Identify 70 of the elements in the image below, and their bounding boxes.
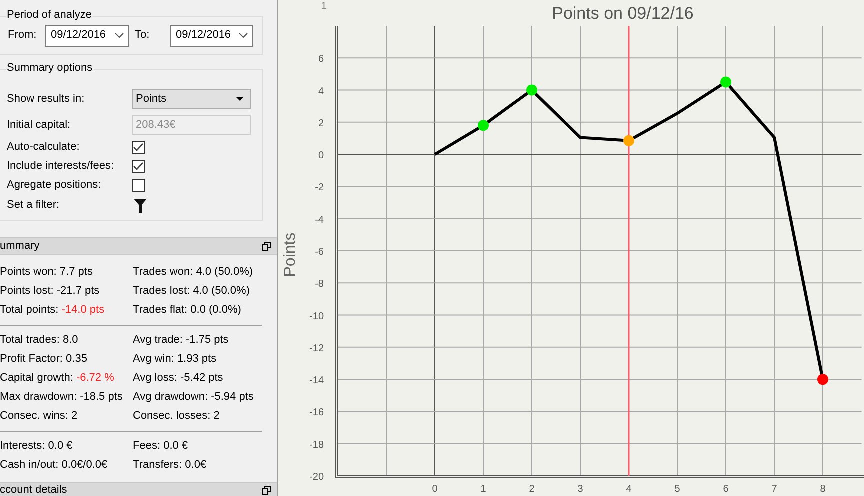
- y-tick-label: 2: [318, 118, 324, 130]
- stat-text: Total trades: 8.0: [0, 333, 80, 348]
- stat-text: Trades won: 4.0 (50.0%): [133, 265, 254, 280]
- from-date-field[interactable]: 09/12/2016: [45, 24, 129, 46]
- checkbox[interactable]: [132, 160, 145, 173]
- y-tick-label: 1: [321, 1, 327, 12]
- stat-text: Trades flat: 0.0 (0.0%): [133, 303, 242, 318]
- to-date-field[interactable]: 09/12/2016: [170, 24, 253, 46]
- restore-window-icon[interactable]: [262, 242, 271, 250]
- x-tick-label: 0: [432, 484, 438, 495]
- dropdown-arrow-icon: [236, 97, 244, 101]
- y-tick-label: -20: [310, 472, 324, 483]
- option-label: Auto-calculate:: [7, 140, 81, 156]
- stat-text: Consec. losses: 2: [133, 409, 220, 424]
- group-title: Period of analyze: [6, 7, 93, 23]
- stat-text: Max drawdown: -18.5 pts: [0, 390, 124, 406]
- checkbox[interactable]: [132, 179, 145, 192]
- option-label: Set a filter:: [7, 198, 61, 214]
- option-label: Include interests/fees:: [7, 159, 116, 174]
- stat-text: Interests: 0.0 €: [0, 439, 74, 454]
- stat-text: Avg drawdown: -5.94 pts: [133, 390, 254, 406]
- y-tick-label: -2: [315, 182, 324, 194]
- x-tick-label: 6: [723, 484, 729, 495]
- y-tick-label: -4: [315, 214, 324, 226]
- option-label: Initial capital:: [7, 118, 72, 133]
- x-tick-label: 4: [626, 484, 632, 495]
- y-tick-label: -14: [310, 376, 324, 387]
- y-tick-label: 4: [318, 86, 324, 98]
- stat-text: Points won: 7.7 pts: [0, 265, 94, 280]
- stat-text: Cash in/out: 0.0€/0.0€: [0, 458, 109, 474]
- panel-title: ummary: [0, 238, 40, 254]
- panel-title: ccount details: [0, 483, 68, 496]
- to-label: To:: [135, 28, 151, 44]
- x-tick-label: 1: [480, 484, 486, 495]
- group-title: Summary options: [6, 60, 94, 76]
- filter-icon[interactable]: [134, 198, 147, 212]
- y-tick-label: -8: [315, 279, 324, 290]
- restore-window-icon[interactable]: [262, 486, 271, 495]
- stat-text: Avg win: 1.93 pts: [133, 352, 217, 368]
- x-tick-label: 7: [772, 484, 778, 495]
- y-tick-label: -6: [315, 247, 324, 258]
- stat-text: Profit Factor: 0.35: [0, 352, 88, 368]
- y-tick-label: -16: [310, 408, 324, 419]
- option-label: Show results in:: [7, 92, 86, 107]
- x-tick-label: 2: [529, 484, 535, 495]
- x-tick-label: 5: [674, 484, 680, 495]
- stat-text: Points lost: -21.7 pts: [0, 284, 101, 300]
- stat-text: Transfers: 0.0€: [133, 458, 207, 474]
- stat-text: Consec. wins: 2: [0, 409, 79, 424]
- checkbox[interactable]: [132, 141, 145, 154]
- y-tick-label: 0: [318, 150, 324, 162]
- y-tick-label: -12: [310, 343, 324, 354]
- y-tick-label: 6: [318, 54, 324, 66]
- y-axis-title: Points: [282, 232, 299, 278]
- x-tick-label: 3: [578, 484, 584, 495]
- chart-title: Points on 09/12/16: [552, 4, 694, 23]
- x-tick-label: 8: [820, 484, 826, 495]
- from-label: From:: [8, 28, 38, 44]
- results-unit-dropdown[interactable]: Points: [132, 89, 251, 109]
- chevron-down-icon: [115, 32, 124, 38]
- stat-text: Trades lost: 4.0 (50.0%): [133, 284, 250, 300]
- y-tick-label: -10: [310, 311, 324, 322]
- stat-text: Avg trade: -1.75 pts: [133, 333, 229, 348]
- chevron-down-icon: [239, 32, 248, 38]
- y-tick-label: -18: [310, 440, 324, 451]
- option-label: Agregate positions:: [7, 178, 102, 194]
- stat-text: Avg loss: -5.42 pts: [133, 371, 224, 386]
- stat-text: Total points: -14.0 pts: [0, 303, 106, 318]
- stat-text: Fees: 0.0 €: [133, 439, 188, 454]
- stat-text: Capital growth: -6.72 %: [0, 371, 116, 386]
